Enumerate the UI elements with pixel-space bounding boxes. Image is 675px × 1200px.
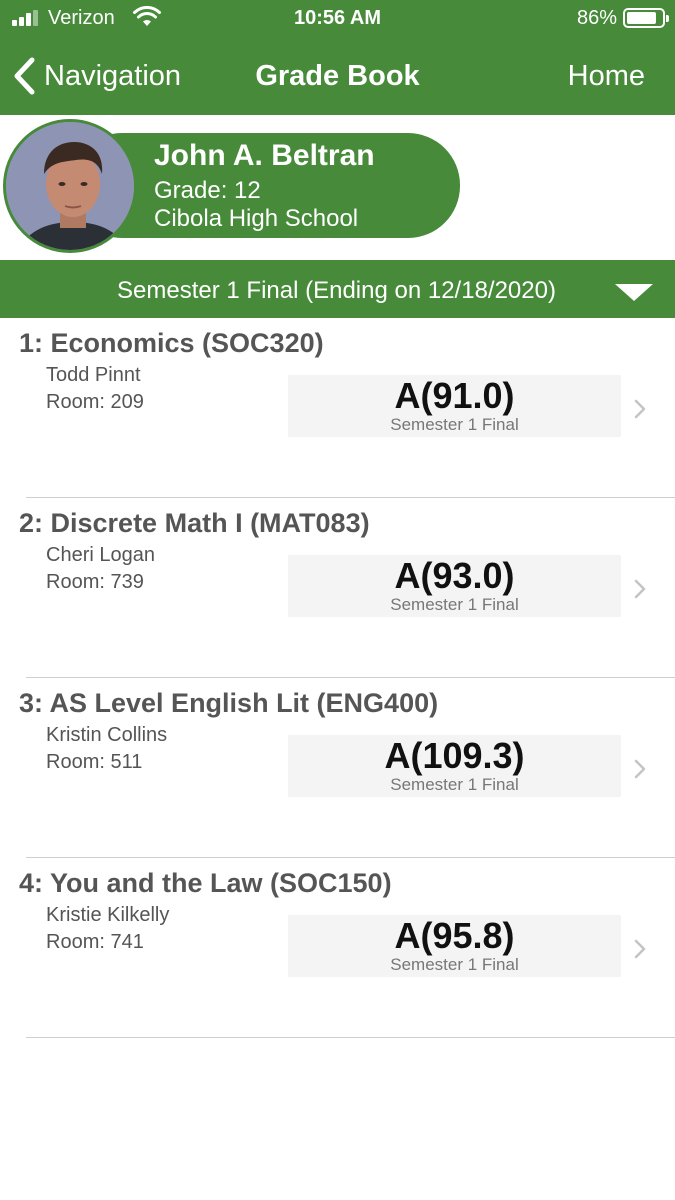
room-number: Room: 741 <box>46 931 144 953</box>
course-title: 2: Discrete Math I (MAT083) <box>19 508 370 538</box>
grade-term: Semester 1 Final <box>390 415 519 434</box>
teacher-name: Cheri Logan <box>46 544 155 566</box>
status-time: 10:56 AM <box>293 7 382 29</box>
grade-term: Semester 1 Final <box>390 775 519 794</box>
row-chevron-icon <box>634 939 646 959</box>
course-title: 3: AS Level English Lit (ENG400) <box>19 688 439 718</box>
row-chevron-icon <box>634 399 646 419</box>
back-chevron-icon <box>14 57 35 95</box>
course-row[interactable]: 3: AS Level English Lit (ENG400) Kristin… <box>0 678 675 858</box>
teacher-name: Kristin Collins <box>46 724 168 746</box>
grade-value: A(95.8) <box>394 915 515 956</box>
grade-box: A(91.0) Semester 1 Final <box>288 375 621 437</box>
student-name: John A. Beltran <box>154 139 375 172</box>
room-number: Room: 739 <box>46 571 144 593</box>
avatar <box>3 119 137 253</box>
divider <box>26 1037 675 1038</box>
student-header: John A. Beltran Grade: 12 Cibola High Sc… <box>0 115 675 260</box>
row-chevron-icon <box>634 579 646 599</box>
grade-value: A(91.0) <box>394 375 515 416</box>
grade-box: A(109.3) Semester 1 Final <box>288 735 621 797</box>
room-number: Room: 511 <box>46 751 143 773</box>
student-grade: Grade: 12 <box>154 177 261 204</box>
room-number: Room: 209 <box>46 391 144 413</box>
nav-bar: Navigation Grade Book Home <box>0 38 675 115</box>
grade-term: Semester 1 Final <box>390 595 519 614</box>
dropdown-caret-icon <box>615 284 653 301</box>
back-label: Navigation <box>44 59 182 92</box>
grade-box: A(93.0) Semester 1 Final <box>288 555 621 617</box>
grade-term: Semester 1 Final <box>390 955 519 974</box>
term-label: Semester 1 Final (Ending on 12/18/2020) <box>117 277 556 304</box>
row-chevron-icon <box>634 759 646 779</box>
battery-icon <box>623 8 669 28</box>
course-title: 1: Economics (SOC320) <box>19 328 324 358</box>
home-button[interactable]: Home <box>568 60 645 93</box>
battery-percent: 86% <box>576 7 617 29</box>
grade-value: A(109.3) <box>384 735 525 776</box>
course-title: 4: You and the Law (SOC150) <box>19 868 392 898</box>
student-school: Cibola High School <box>154 205 359 232</box>
back-button[interactable]: Navigation <box>12 56 181 96</box>
grade-box: A(95.8) Semester 1 Final <box>288 915 621 977</box>
avatar-photo <box>6 122 134 250</box>
course-row[interactable]: 2: Discrete Math I (MAT083) Cheri Logan … <box>0 498 675 678</box>
term-selector[interactable]: Semester 1 Final (Ending on 12/18/2020) <box>0 260 675 318</box>
grade-value: A(93.0) <box>394 555 515 596</box>
teacher-name: Todd Pinnt <box>46 364 141 386</box>
header-bar: Verizon 10:56 AM 86% Navigation Grade Bo… <box>0 0 675 115</box>
teacher-name: Kristie Kilkelly <box>46 904 170 926</box>
course-row[interactable]: 1: Economics (SOC320) Todd Pinnt Room: 2… <box>0 318 675 498</box>
course-row[interactable]: 4: You and the Law (SOC150) Kristie Kilk… <box>0 858 675 1038</box>
status-bar: Verizon 10:56 AM 86% <box>0 0 675 38</box>
